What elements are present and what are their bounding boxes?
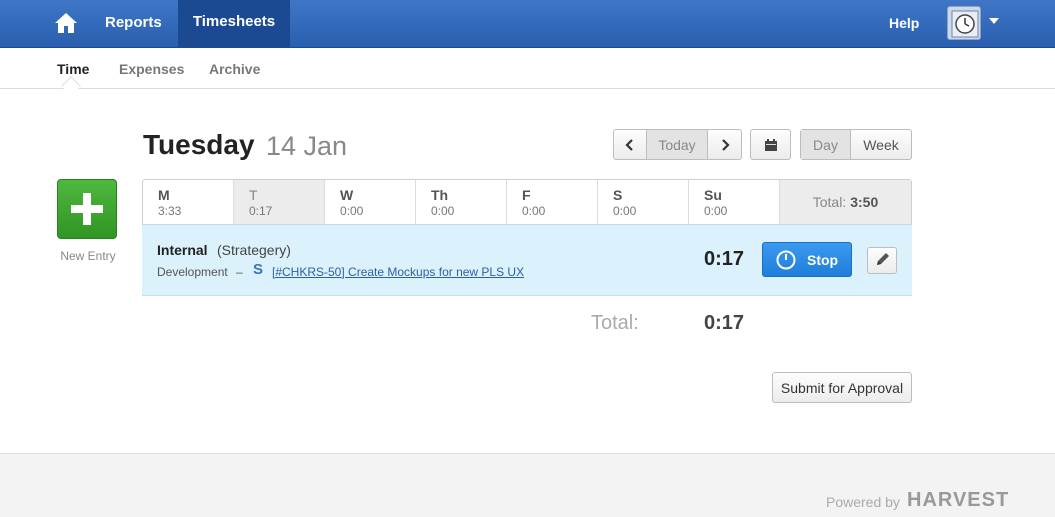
view-day-button[interactable]: Day [801, 130, 851, 159]
day-name: T [249, 187, 258, 203]
home-icon[interactable] [54, 12, 78, 34]
clock-avatar-icon [951, 10, 979, 38]
day-name: F [522, 187, 531, 203]
nav-help[interactable]: Help [889, 15, 919, 31]
day-saturday[interactable]: S 0:00 [598, 180, 689, 224]
entry-task: Development [157, 265, 228, 279]
day-name: Th [431, 187, 449, 203]
edit-entry-button[interactable] [867, 247, 897, 274]
footer: Powered by HARVEST [0, 453, 1055, 517]
calendar-icon [764, 138, 777, 151]
chevron-right-icon [721, 138, 730, 151]
day-total-label: Total: [591, 312, 639, 334]
chevron-left-icon [625, 138, 633, 151]
day-wednesday[interactable]: W 0:00 [325, 180, 416, 224]
nav-timesheets[interactable]: Timesheets [178, 0, 290, 48]
view-week-button[interactable]: Week [851, 130, 911, 159]
tab-expenses[interactable]: Expenses [119, 61, 184, 77]
top-navbar: Reports Timesheets Help [0, 0, 1055, 48]
day-sunday[interactable]: Su 0:00 [689, 180, 780, 224]
day-total-value: 0:17 [704, 312, 745, 334]
chevron-down-icon[interactable] [989, 18, 999, 24]
day-hours: 0:00 [704, 204, 728, 218]
week-strip: M 3:33 T 0:17 W 0:00 Th 0:00 F 0:00 S 0:… [142, 179, 912, 224]
submit-for-approval-button[interactable]: Submit for Approval [772, 372, 912, 403]
next-day-button[interactable] [708, 130, 741, 159]
powered-by-text: Powered by [826, 494, 900, 510]
page-date: 14 Jan [266, 131, 348, 161]
date-nav-group: Today [613, 129, 742, 160]
avatar[interactable] [947, 6, 981, 40]
time-entry-row: Internal (Strategery) Development – S [#… [142, 224, 912, 296]
day-tuesday[interactable]: T 0:17 [234, 180, 325, 224]
day-friday[interactable]: F 0:00 [507, 180, 598, 224]
entry-separator: – [236, 265, 243, 279]
week-total-value: 3:50 [850, 194, 879, 210]
entry-client: (Strategery) [217, 242, 291, 258]
nav-reports[interactable]: Reports [105, 14, 162, 31]
today-button[interactable]: Today [647, 130, 708, 159]
new-entry-label: New Entry [60, 249, 116, 263]
entry-time: 0:17 [704, 248, 745, 270]
calendar-button[interactable] [750, 129, 791, 160]
stop-label: Stop [807, 252, 839, 268]
day-thursday[interactable]: Th 0:00 [416, 180, 507, 224]
day-name: S [613, 187, 623, 203]
prev-day-button[interactable] [614, 130, 647, 159]
subnav: Time Expenses Archive [0, 49, 1055, 96]
active-tab-pointer [61, 76, 81, 96]
week-total: Total: 3:50 [780, 180, 911, 224]
entry-project: Internal [157, 242, 208, 258]
day-monday[interactable]: M 3:33 [143, 180, 234, 224]
week-total-label: Total: [812, 194, 847, 210]
stopwatch-icon [776, 250, 796, 270]
day-hours: 3:33 [158, 204, 182, 218]
day-hours: 0:17 [249, 204, 273, 218]
day-name: M [158, 187, 170, 203]
entry-external-link[interactable]: [#CHKRS-50] Create Mockups for new PLS U… [272, 265, 524, 279]
day-hours: 0:00 [613, 204, 637, 218]
view-toggle-group: Day Week [800, 129, 912, 160]
day-hours: 0:00 [522, 204, 546, 218]
day-hours: 0:00 [431, 204, 455, 218]
plus-icon [71, 193, 103, 225]
page-title: Tuesday [143, 129, 255, 160]
tab-time[interactable]: Time [57, 61, 89, 77]
day-name: Su [704, 187, 722, 203]
integration-s-icon: S [253, 261, 264, 278]
new-entry-button[interactable] [57, 179, 117, 239]
stop-timer-button[interactable]: Stop [762, 242, 852, 277]
harvest-logo[interactable]: HARVEST [907, 489, 1009, 512]
pencil-icon [877, 253, 889, 265]
tab-archive[interactable]: Archive [209, 61, 260, 77]
day-hours: 0:00 [340, 204, 364, 218]
day-name: W [340, 187, 354, 203]
